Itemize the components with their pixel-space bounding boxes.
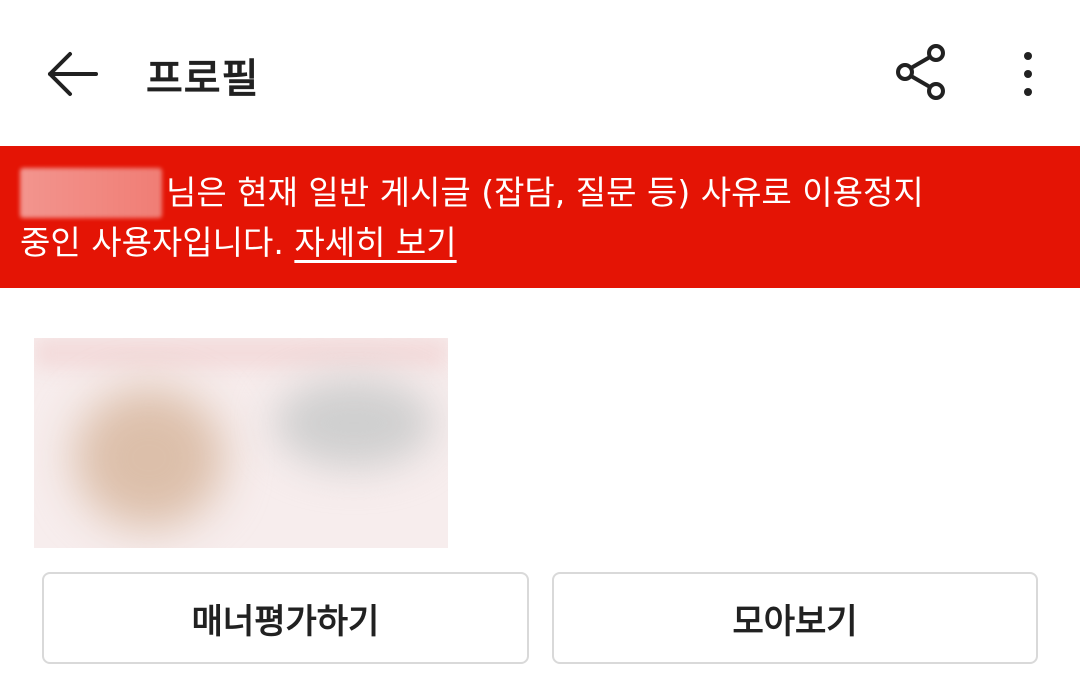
- banner-line-2: 중인 사용자입니다. 자세히 보기: [20, 218, 1060, 268]
- more-vertical-icon: [1024, 52, 1032, 96]
- arrow-left-icon: [48, 52, 98, 96]
- app-bar: 프로필: [0, 0, 1080, 146]
- view-details-link[interactable]: 자세히 보기: [294, 223, 456, 262]
- collection-view-button[interactable]: 모아보기: [552, 572, 1038, 664]
- blurred-profile-image: [34, 338, 448, 548]
- more-options-button[interactable]: [1004, 44, 1052, 104]
- banner-message-2: 중인 사용자입니다.: [20, 223, 295, 262]
- banner-message-1: 님은 현재 일반 게시글 (잡담, 질문 등) 사유로 이용정지: [166, 173, 924, 212]
- page-title: 프로필: [146, 56, 260, 102]
- suspension-banner: 님은 현재 일반 게시글 (잡담, 질문 등) 사유로 이용정지 중인 사용자입…: [0, 146, 1080, 288]
- share-icon: [896, 44, 945, 100]
- blurred-username: [20, 168, 162, 218]
- back-button[interactable]: [40, 44, 104, 104]
- share-button[interactable]: [886, 40, 958, 106]
- banner-line-1: 님은 현재 일반 게시글 (잡담, 질문 등) 사유로 이용정지: [20, 168, 1060, 218]
- manner-rating-button[interactable]: 매너평가하기: [42, 572, 529, 664]
